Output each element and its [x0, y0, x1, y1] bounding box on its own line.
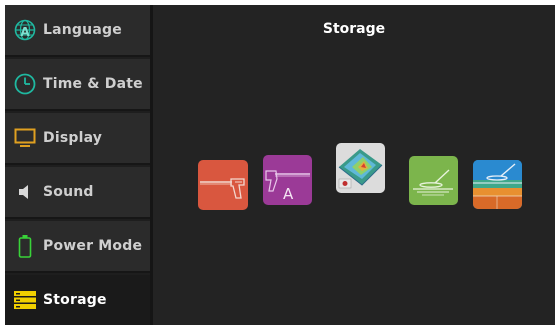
sidebar-item-display[interactable]: Display: [5, 113, 150, 165]
terrain-3d-tile[interactable]: [336, 143, 385, 193]
depth-scan-icon: [473, 160, 522, 209]
sidebar-item-power-mode[interactable]: Power Mode: [5, 221, 150, 273]
detector-gun-tile[interactable]: [198, 160, 248, 210]
sidebar-divider: [150, 5, 153, 325]
ground-scan-icon: [413, 169, 453, 196]
detector-mode-a-icon: A: [265, 170, 310, 203]
sidebar-item-label: Time & Date: [43, 76, 143, 92]
detector-icon: [200, 178, 245, 199]
sidebar-item-label: Power Mode: [43, 238, 143, 254]
sidebar-item-label: Sound: [43, 184, 94, 200]
sidebar-item-label: Language: [43, 22, 122, 38]
sidebar-item-sound[interactable]: Sound: [5, 167, 150, 219]
sidebar-item-storage[interactable]: Storage: [5, 275, 150, 325]
sidebar-item-time-date[interactable]: Time & Date: [5, 59, 150, 111]
ground-scan-tile[interactable]: [409, 156, 458, 205]
globe-a-icon: A: [13, 18, 37, 42]
monitor-icon: [13, 126, 37, 150]
terrain-3d-icon: [338, 149, 383, 189]
depth-scan-tile[interactable]: [473, 160, 522, 209]
detector-mode-a-tile[interactable]: A: [263, 155, 312, 205]
svg-text:A: A: [20, 25, 30, 39]
speaker-icon: [13, 180, 37, 204]
settings-sidebar: A Language Time & Date Display Sound Pow…: [5, 5, 150, 325]
page-title: Storage: [322, 21, 386, 37]
mode-a-label: A: [283, 185, 294, 203]
battery-icon: [13, 234, 37, 258]
clock-icon: [13, 72, 37, 96]
sidebar-item-label: Storage: [43, 292, 107, 308]
storage-icon: [13, 288, 37, 312]
settings-screen: A Language Time & Date Display Sound Pow…: [5, 5, 555, 325]
sidebar-item-language[interactable]: A Language: [5, 5, 150, 57]
sidebar-item-label: Display: [43, 130, 103, 146]
